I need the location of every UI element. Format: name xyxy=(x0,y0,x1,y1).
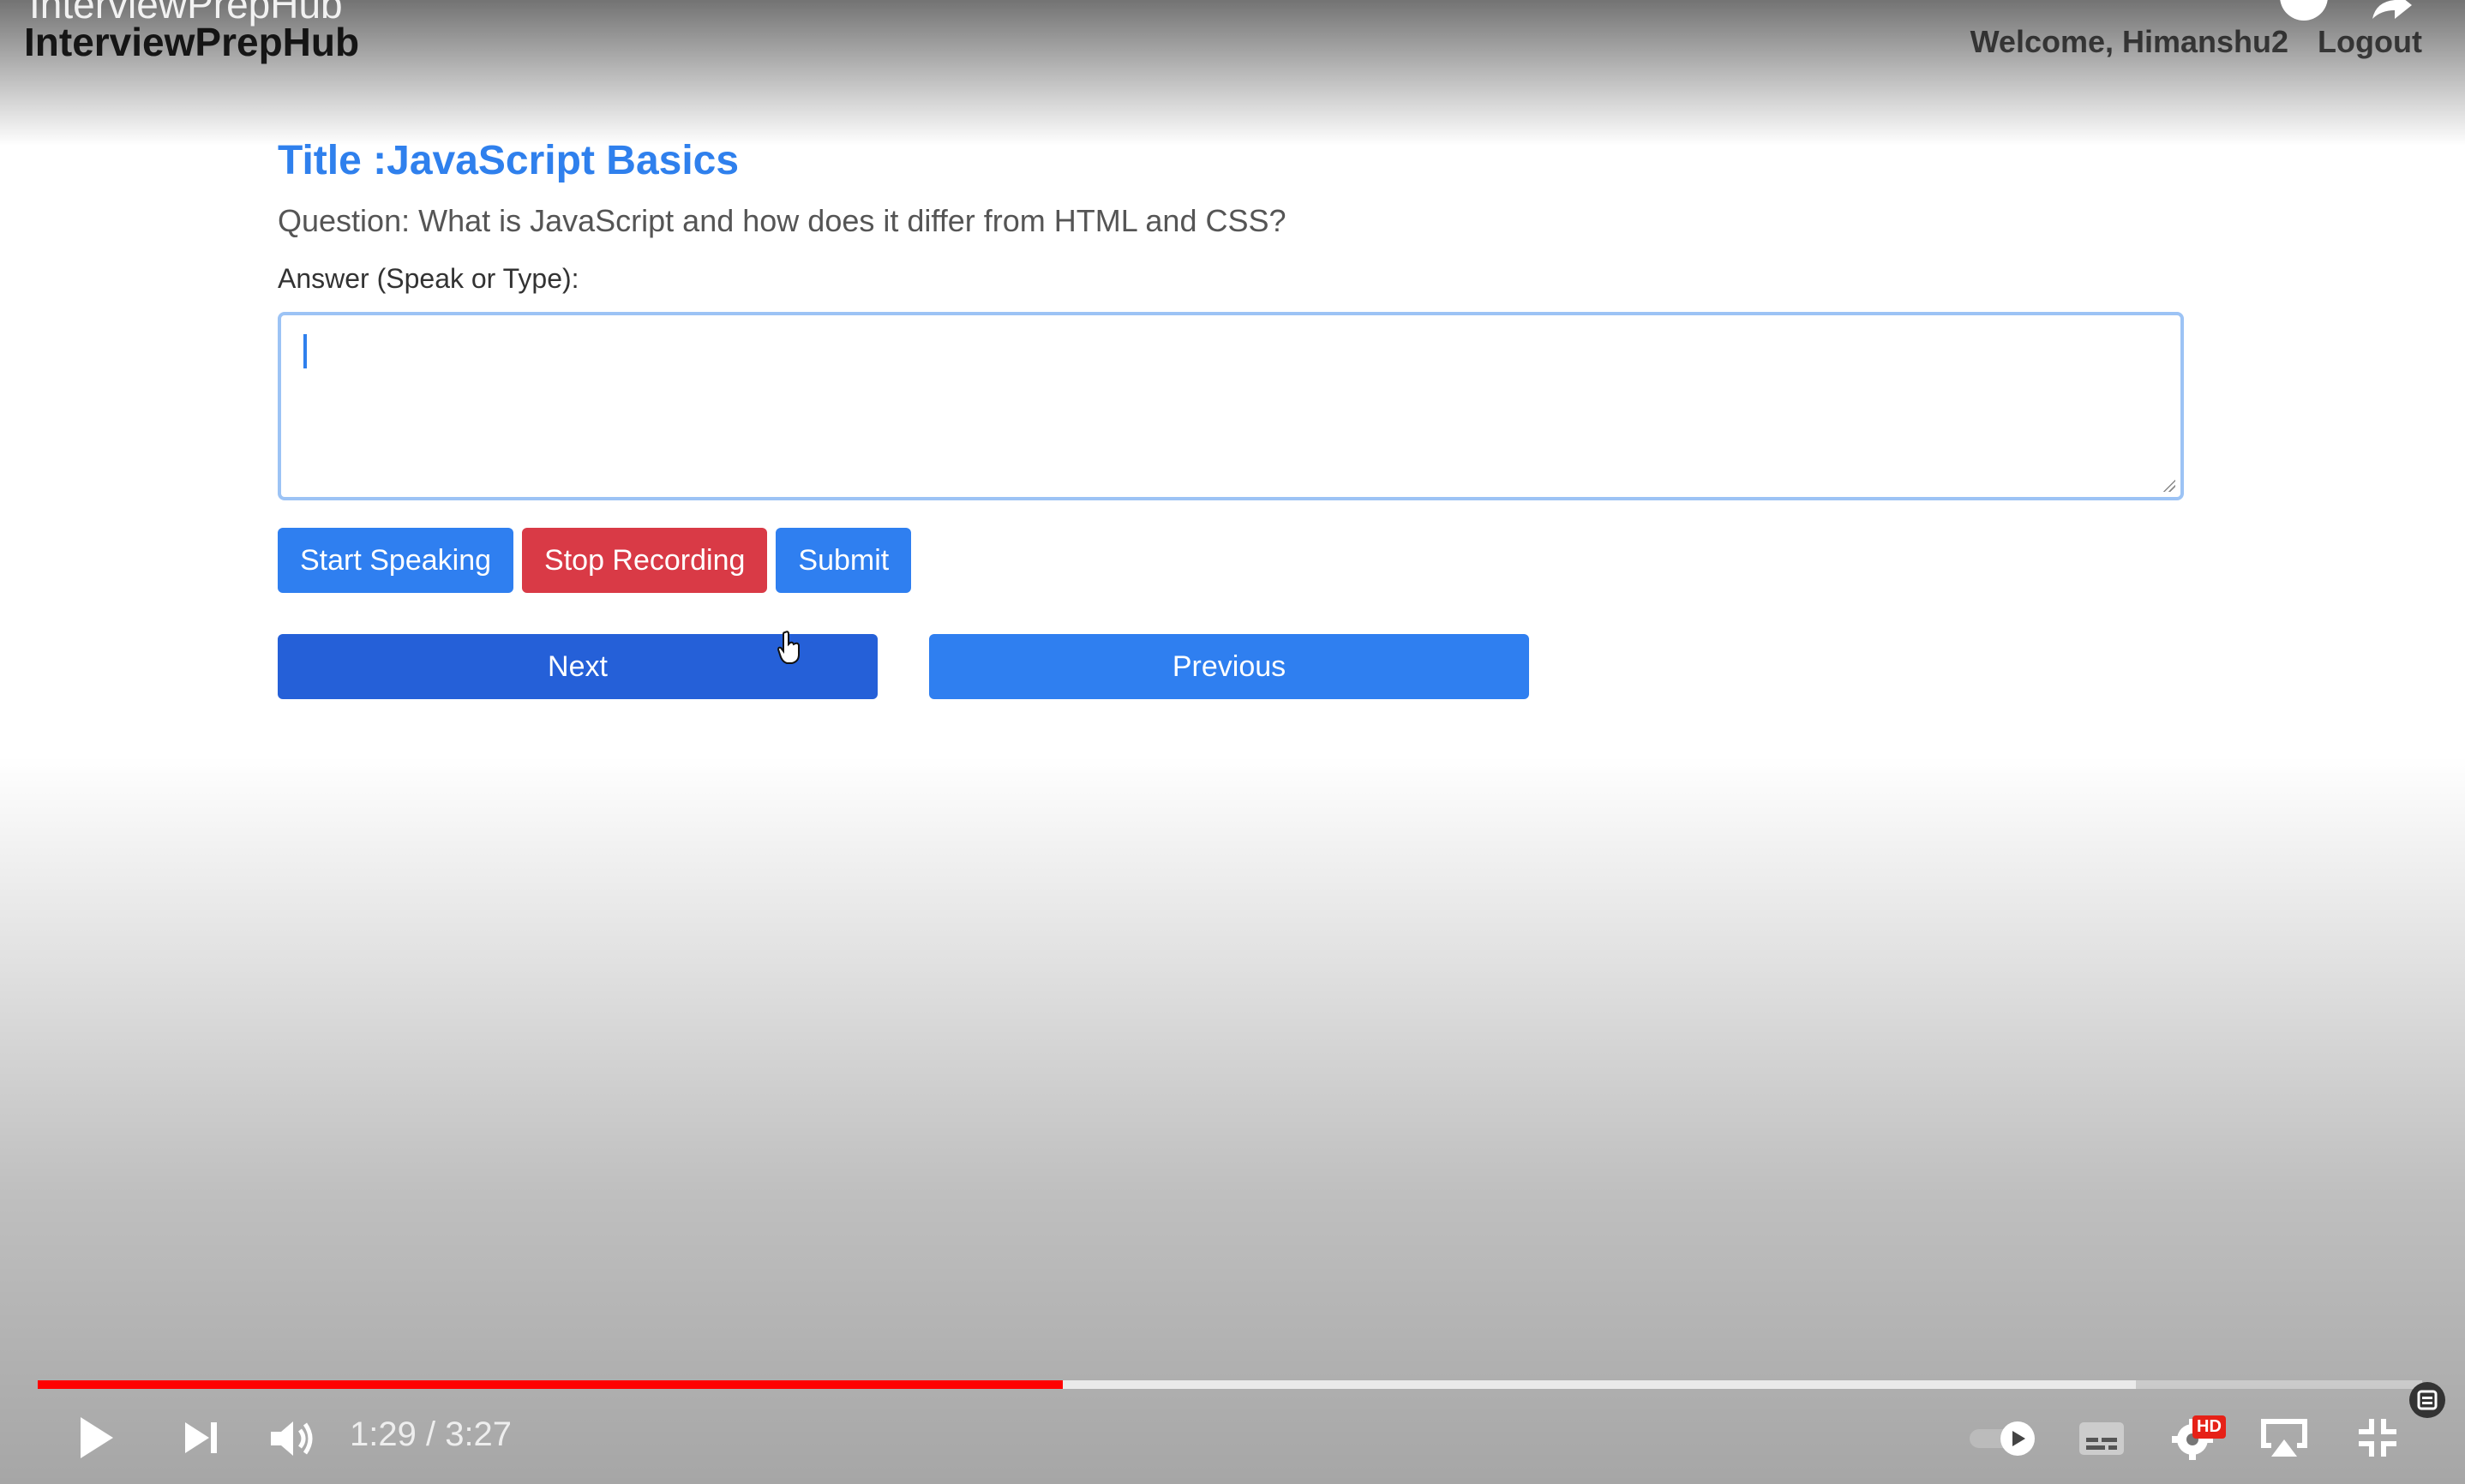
text-caret xyxy=(303,334,307,368)
question-text: Question: What is JavaScript and how doe… xyxy=(278,203,1286,238)
played-bar xyxy=(38,1380,1064,1389)
share-icon[interactable] xyxy=(2367,0,2415,24)
next-icon[interactable] xyxy=(182,1419,221,1457)
submit-button[interactable]: Submit xyxy=(776,528,912,593)
resize-handle-icon[interactable] xyxy=(2162,478,2175,492)
progress-bar[interactable] xyxy=(38,1380,2422,1389)
video-frame: InterviewPrepHub Welcome, Himanshu2 Logo… xyxy=(0,0,2465,1484)
airplay-icon[interactable] xyxy=(2258,1415,2311,1460)
time-display: 1:29 / 3:27 xyxy=(350,1415,513,1453)
answer-textarea[interactable] xyxy=(278,312,2184,500)
welcome-text: Welcome, Himanshu2 xyxy=(1970,24,2289,59)
watch-later-icon[interactable] xyxy=(2280,0,2328,24)
subtitles-icon[interactable] xyxy=(2078,1421,2126,1457)
autoplay-toggle-icon[interactable] xyxy=(1968,1421,2040,1457)
exit-fullscreen-icon[interactable] xyxy=(2355,1415,2400,1460)
start-speaking-button[interactable]: Start Speaking xyxy=(278,528,514,593)
video-title[interactable]: InterviewPrepHub xyxy=(29,0,343,27)
answer-label: Answer (Speak or Type): xyxy=(278,263,579,294)
hd-badge: HD xyxy=(2192,1415,2226,1439)
question-panel: Title :JavaScript Basics Question: What … xyxy=(278,137,2184,699)
play-icon[interactable] xyxy=(74,1414,117,1462)
logout-link[interactable]: Logout xyxy=(2318,24,2422,60)
page-title: Title :JavaScript Basics xyxy=(278,138,740,183)
recording-controls: Start Speaking Stop Recording Submit xyxy=(278,528,2184,593)
question-navigation: Next Previous xyxy=(278,634,2184,699)
volume-icon[interactable] xyxy=(267,1417,317,1460)
user-nav: Welcome, Himanshu2 Logout xyxy=(1970,24,2422,60)
stop-recording-button[interactable]: Stop Recording xyxy=(522,528,768,593)
hand-cursor-icon xyxy=(777,631,800,664)
caption-scan-icon[interactable] xyxy=(2408,1381,2446,1419)
previous-button[interactable]: Previous xyxy=(929,634,1529,699)
